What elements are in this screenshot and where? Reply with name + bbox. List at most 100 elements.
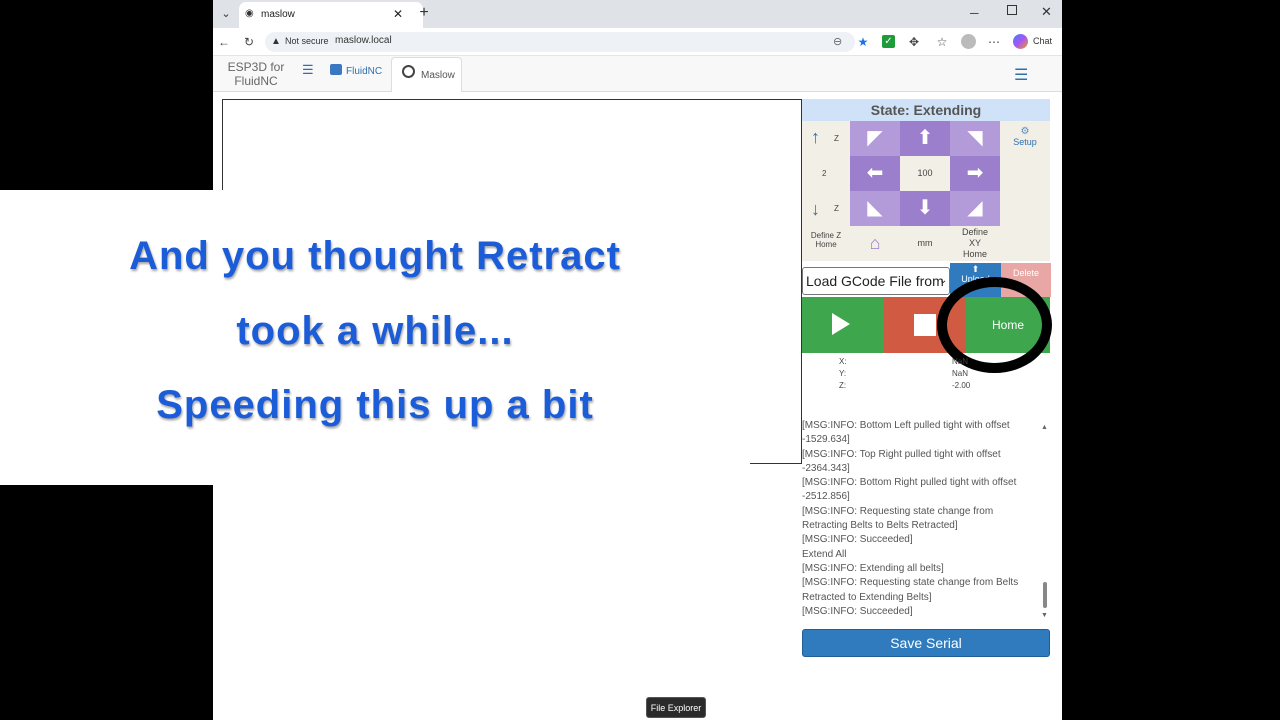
log-line: Retracting Belts to Belts Retracted] (802, 520, 958, 532)
viewer-edge-line (750, 463, 801, 464)
tab-strip: ⌄ ◉ maslow ✕ + ─ ✕ (213, 0, 1062, 28)
jog-up-button[interactable]: ⬆ (900, 121, 950, 156)
omnibox[interactable]: ▲ Not secure maslow.local ⊖ (265, 32, 855, 52)
scroll-thumb[interactable] (1043, 582, 1047, 608)
x-coord-label: X: (839, 357, 847, 366)
reload-icon[interactable]: ↻ (240, 32, 258, 52)
jog-down-right-button[interactable]: ◢ (950, 191, 1000, 226)
save-serial-button[interactable]: Save Serial (802, 629, 1050, 657)
define-z-home-line-1: Define Z (810, 231, 842, 240)
close-window-icon[interactable]: ✕ (1041, 4, 1052, 20)
coordinates-display: X: Y: Z: NaN NaN -2.00 (802, 357, 1050, 397)
define-xy-home-button[interactable]: Define XY Home (950, 226, 1000, 261)
log-line: [MSG:INFO: Succeeded] (802, 534, 913, 546)
caption-line-1: And you thought Retract (129, 234, 621, 278)
z-up-arrow-icon[interactable]: ↑ (811, 127, 820, 148)
log-line: [MSG:INFO: Top Right pulled tight with o… (802, 448, 1001, 460)
fluidnc-icon (330, 64, 342, 75)
jog-up-left-button[interactable]: ◤ (850, 121, 900, 156)
jog-right-button[interactable]: ➡ (950, 156, 1000, 191)
x-coord-value: NaN (952, 357, 969, 366)
setup-gear-icon: ⚙ (1020, 126, 1030, 137)
new-tab-icon[interactable]: + (415, 4, 433, 22)
back-icon[interactable]: ← (215, 32, 233, 52)
log-line: [MSG:INFO: Bottom Left pulled tight with… (802, 420, 1010, 431)
copilot-icon[interactable] (1013, 34, 1028, 49)
tab-close-icon[interactable]: ✕ (393, 7, 403, 21)
scroll-up-icon[interactable]: ▲ (1041, 424, 1048, 431)
log-line: [MSG:INFO: Bottom Right pulled tight wit… (802, 477, 1017, 489)
app-navbar: ESP3D for FluidNC ☰ FluidNC Maslow ☰ (213, 56, 1062, 92)
stop-icon (914, 314, 936, 336)
define-xy-home-line-3: Home (962, 249, 987, 259)
tab-fluidnc-label: FluidNC (346, 66, 383, 77)
brand-line-2: FluidNC (234, 74, 278, 88)
tab-title: maslow (261, 9, 295, 20)
z-down-arrow-icon[interactable]: ↓ (811, 199, 820, 220)
extension-check-icon[interactable]: ✓ (882, 35, 895, 48)
gcode-file-select[interactable]: Load GCode File from ⌄ (802, 267, 950, 295)
define-z-home-button[interactable]: Define Z Home (802, 231, 850, 249)
security-label[interactable]: Not secure (285, 36, 329, 46)
url-text[interactable]: maslow.local (335, 35, 392, 46)
profile-avatar[interactable] (961, 34, 976, 49)
more-menu-icon[interactable]: ⋯ (986, 32, 1002, 52)
define-xy-home-line-1: Define (961, 227, 988, 237)
log-line: Retracted to Extending Belts] (802, 591, 932, 603)
brand[interactable]: ESP3D for FluidNC (221, 60, 291, 88)
jog-distance-value[interactable]: 100 (900, 156, 950, 191)
gcode-file-select-value: Load GCode File from (806, 273, 944, 289)
scroll-down-icon[interactable]: ▼ (1041, 612, 1048, 619)
log-line: [MSG:INFO: Requesting state change from (802, 505, 994, 517)
go-home-icon[interactable]: ⌂ (850, 226, 900, 261)
tab-dashboard[interactable]: ☰ (297, 58, 321, 88)
setup-button[interactable]: ⚙ Setup (1000, 126, 1050, 148)
bookmark-star-icon[interactable]: ★ (855, 32, 871, 52)
chat-button[interactable]: Chat (1033, 36, 1052, 46)
minimize-icon[interactable]: ─ (970, 6, 979, 20)
step-value[interactable]: 2 (822, 169, 826, 178)
play-icon (832, 313, 850, 335)
caption-line-2: took a while... (236, 309, 514, 353)
z-controls: ↑ Z 2 ↓ Z Define Z Home (802, 121, 850, 261)
jog-up-right-button[interactable]: ◥ (950, 121, 1000, 156)
browser-tab[interactable]: ◉ maslow ✕ (239, 2, 423, 28)
warning-icon: ▲ (271, 36, 281, 47)
jog-down-button[interactable]: ⬇ (900, 191, 950, 226)
log-line: -1529.634] (802, 434, 850, 446)
log-line: [MSG:INFO: Requesting state change from … (802, 577, 1019, 589)
tab-maslow[interactable]: Maslow (391, 57, 462, 92)
address-bar-row: ← ↻ ▲ Not secure maslow.local ⊖ ★ ✓ ✥ ☆ … (213, 28, 1062, 56)
jog-down-left-button[interactable]: ◣ (850, 191, 900, 226)
caption-overlay: And you thought Retract took a while... … (0, 190, 750, 485)
maximize-icon[interactable] (1007, 5, 1017, 15)
extensions-puzzle-icon[interactable]: ✥ (906, 32, 922, 52)
tab-list-chevron-icon[interactable]: ⌄ (217, 5, 235, 23)
log-line: Extend All (802, 548, 847, 560)
setup-area: ⚙ Setup (1000, 121, 1050, 261)
log-scrollbar[interactable]: ▲ ▼ (1041, 424, 1049, 624)
select-chevron-icon: ⌄ (939, 275, 948, 286)
hamburger-menu-icon[interactable]: ☰ (1014, 65, 1028, 85)
jog-left-button[interactable]: ⬅ (850, 156, 900, 191)
serial-log[interactable]: [MSG:INFO: Bottom Left pulled tight with… (802, 419, 1050, 629)
favorites-icon[interactable]: ☆ (934, 32, 950, 52)
z-coord-label: Z: (839, 381, 847, 390)
tab-maslow-label: Maslow (421, 70, 455, 81)
log-line: -2512.856] (802, 491, 850, 503)
server-icon: ☰ (302, 62, 314, 77)
define-xy-home-line-2: XY (968, 238, 981, 248)
upload-icon: ⬆ (971, 264, 980, 274)
tab-fluidnc[interactable]: FluidNC (326, 58, 388, 88)
z-down-label: Z (834, 204, 839, 213)
site-info-icon[interactable]: ⊖ (833, 34, 842, 50)
run-button[interactable] (802, 297, 884, 353)
tab-favicon-icon: ◉ (245, 8, 254, 19)
unit-label: mm (900, 226, 950, 261)
log-line: [MSG:INFO: Extending all belts] (802, 562, 944, 574)
z-coord-value: -2.00 (952, 381, 971, 390)
y-coord-label: Y: (839, 369, 847, 378)
setup-label: Setup (1013, 137, 1037, 147)
maslow-logo-icon (402, 65, 415, 78)
log-line: -2364.343] (802, 462, 850, 474)
